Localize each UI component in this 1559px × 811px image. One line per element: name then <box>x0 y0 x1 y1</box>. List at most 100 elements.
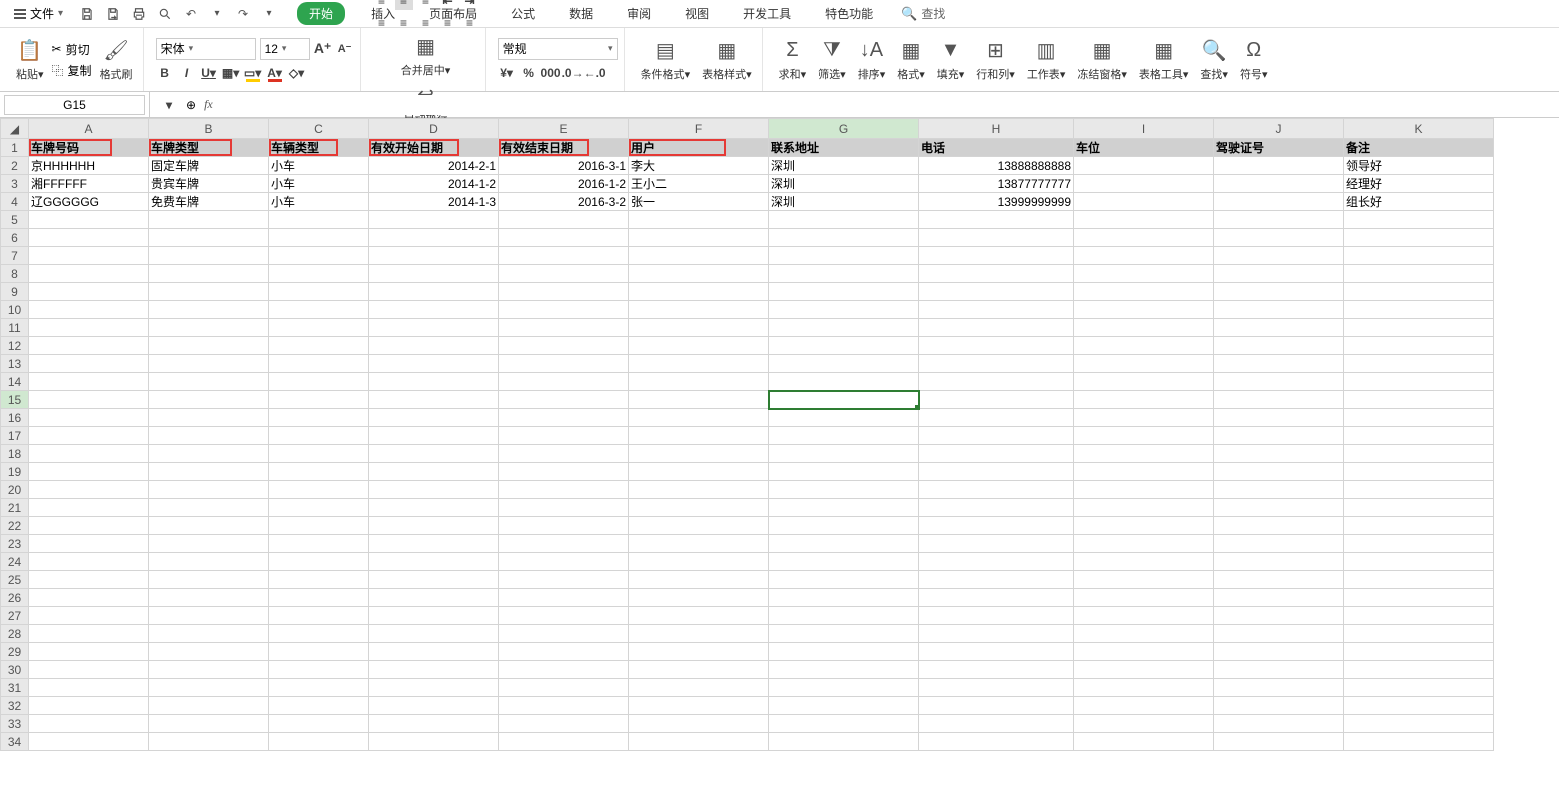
paste-button[interactable]: 📋 粘贴▾ <box>12 36 48 84</box>
cell-J10[interactable] <box>1214 301 1344 319</box>
cell-J16[interactable] <box>1214 409 1344 427</box>
cell-F8[interactable] <box>629 265 769 283</box>
cell-D29[interactable] <box>369 643 499 661</box>
cell-G26[interactable] <box>769 589 919 607</box>
row-header-28[interactable]: 28 <box>1 625 29 643</box>
cell-C22[interactable] <box>269 517 369 535</box>
cell-D7[interactable] <box>369 247 499 265</box>
cell-I31[interactable] <box>1074 679 1214 697</box>
cell-F27[interactable] <box>629 607 769 625</box>
align-top-button[interactable]: ≡ <box>373 0 391 10</box>
cell-K6[interactable] <box>1344 229 1494 247</box>
cell-G14[interactable] <box>769 373 919 391</box>
cell-B5[interactable] <box>149 211 269 229</box>
cell-E21[interactable] <box>499 499 629 517</box>
bold-button[interactable]: B <box>156 64 174 82</box>
cell-E19[interactable] <box>499 463 629 481</box>
cell-F16[interactable] <box>629 409 769 427</box>
row-header-19[interactable]: 19 <box>1 463 29 481</box>
cell-K28[interactable] <box>1344 625 1494 643</box>
cell-A31[interactable] <box>29 679 149 697</box>
cell-H14[interactable] <box>919 373 1074 391</box>
cell-H18[interactable] <box>919 445 1074 463</box>
decrease-decimal-button[interactable]: ←.0 <box>586 64 604 82</box>
cell-C28[interactable] <box>269 625 369 643</box>
cell-I24[interactable] <box>1074 553 1214 571</box>
cell-C20[interactable] <box>269 481 369 499</box>
cell-I10[interactable] <box>1074 301 1214 319</box>
cell-D6[interactable] <box>369 229 499 247</box>
cell-D22[interactable] <box>369 517 499 535</box>
cell-C27[interactable] <box>269 607 369 625</box>
cell-D25[interactable] <box>369 571 499 589</box>
col-header-J[interactable]: J <box>1214 119 1344 139</box>
cell-I18[interactable] <box>1074 445 1214 463</box>
row-header-31[interactable]: 31 <box>1 679 29 697</box>
cell-I32[interactable] <box>1074 697 1214 715</box>
cell-C14[interactable] <box>269 373 369 391</box>
cell-B1[interactable]: 车牌类型 <box>149 139 269 157</box>
cell-G30[interactable] <box>769 661 919 679</box>
cell-B23[interactable] <box>149 535 269 553</box>
cell-B7[interactable] <box>149 247 269 265</box>
select-all-corner[interactable]: ◢ <box>1 119 29 139</box>
cell-H1[interactable]: 电话 <box>919 139 1074 157</box>
cell-H5[interactable] <box>919 211 1074 229</box>
cell-A15[interactable] <box>29 391 149 409</box>
spreadsheet-grid[interactable]: ◢ABCDEFGHIJK1车牌号码车牌类型车辆类型有效开始日期有效结束日期用户联… <box>0 118 1559 811</box>
cell-E26[interactable] <box>499 589 629 607</box>
cell-D12[interactable] <box>369 337 499 355</box>
row-header-34[interactable]: 34 <box>1 733 29 751</box>
format-painter-button[interactable]: 🖌 格式刷 <box>96 36 137 84</box>
cell-G6[interactable] <box>769 229 919 247</box>
cell-D13[interactable] <box>369 355 499 373</box>
cell-G17[interactable] <box>769 427 919 445</box>
cell-G29[interactable] <box>769 643 919 661</box>
cell-A3[interactable]: 湘FFFFFF <box>29 175 149 193</box>
cell-H28[interactable] <box>919 625 1074 643</box>
underline-button[interactable]: U▾ <box>200 64 218 82</box>
cell-F14[interactable] <box>629 373 769 391</box>
freeze-button[interactable]: ▦冻结窗格▾ <box>1073 36 1131 84</box>
cell-K5[interactable] <box>1344 211 1494 229</box>
cell-K19[interactable] <box>1344 463 1494 481</box>
cell-A11[interactable] <box>29 319 149 337</box>
sort-button[interactable]: ↓A排序▾ <box>854 36 890 84</box>
cell-I25[interactable] <box>1074 571 1214 589</box>
cell-C2[interactable]: 小车 <box>269 157 369 175</box>
row-header-5[interactable]: 5 <box>1 211 29 229</box>
cell-F25[interactable] <box>629 571 769 589</box>
cell-F31[interactable] <box>629 679 769 697</box>
cell-G22[interactable] <box>769 517 919 535</box>
copy-button[interactable]: ⿻复制 <box>52 62 92 79</box>
row-header-12[interactable]: 12 <box>1 337 29 355</box>
align-middle-button[interactable]: ≡ <box>395 0 413 10</box>
cell-D2[interactable]: 2014-2-1 <box>369 157 499 175</box>
cell-D11[interactable] <box>369 319 499 337</box>
cell-A16[interactable] <box>29 409 149 427</box>
cell-J24[interactable] <box>1214 553 1344 571</box>
cell-D4[interactable]: 2014-1-3 <box>369 193 499 211</box>
row-header-10[interactable]: 10 <box>1 301 29 319</box>
find-button[interactable]: 🔍查找▾ <box>1196 36 1232 84</box>
cell-F20[interactable] <box>629 481 769 499</box>
cell-G8[interactable] <box>769 265 919 283</box>
cell-B26[interactable] <box>149 589 269 607</box>
row-header-7[interactable]: 7 <box>1 247 29 265</box>
cell-J13[interactable] <box>1214 355 1344 373</box>
cell-E3[interactable]: 2016-1-2 <box>499 175 629 193</box>
expand-namebox-icon[interactable]: ▾ <box>160 96 178 114</box>
cell-H20[interactable] <box>919 481 1074 499</box>
cell-E15[interactable] <box>499 391 629 409</box>
cell-E25[interactable] <box>499 571 629 589</box>
row-header-29[interactable]: 29 <box>1 643 29 661</box>
cell-C18[interactable] <box>269 445 369 463</box>
cell-D28[interactable] <box>369 625 499 643</box>
table-style-button[interactable]: ▦表格样式▾ <box>698 36 756 84</box>
cell-C16[interactable] <box>269 409 369 427</box>
cell-D27[interactable] <box>369 607 499 625</box>
cell-B28[interactable] <box>149 625 269 643</box>
cell-A2[interactable]: 京HHHHHH <box>29 157 149 175</box>
cell-F23[interactable] <box>629 535 769 553</box>
cell-F7[interactable] <box>629 247 769 265</box>
